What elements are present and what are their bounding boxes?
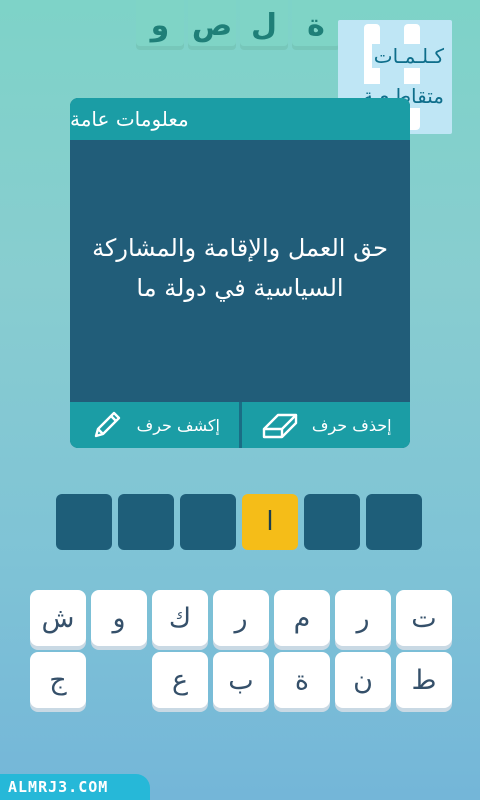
letter-key[interactable]: ن bbox=[335, 652, 391, 708]
letter-key[interactable]: ب bbox=[213, 652, 269, 708]
reveal-letter-label: إكشف حرف bbox=[136, 415, 220, 435]
letter-key[interactable]: ر bbox=[335, 590, 391, 646]
answer-slots: ا bbox=[56, 494, 422, 550]
help-bar: إكشف حرف إحذف حرف bbox=[70, 402, 410, 448]
category-label: معلومات عامة bbox=[70, 107, 189, 131]
letter-key[interactable]: ج bbox=[30, 652, 86, 708]
letter-key[interactable]: ع bbox=[152, 652, 208, 708]
letter-key[interactable]: ر bbox=[213, 590, 269, 646]
title-tile: ص bbox=[188, 0, 236, 50]
remove-letter-label: إحذف حرف bbox=[311, 415, 392, 435]
answer-slot[interactable] bbox=[118, 494, 174, 550]
eraser-icon bbox=[260, 407, 300, 443]
title-tiles: و ص ل ة bbox=[136, 0, 344, 50]
title-tile: ل bbox=[240, 0, 288, 50]
title-tile: ة bbox=[292, 0, 340, 50]
title-tile: و bbox=[136, 0, 184, 50]
letter-key[interactable]: ت bbox=[396, 590, 452, 646]
site-watermark: ALMRJ3.COM bbox=[0, 774, 150, 800]
letter-key[interactable]: ش bbox=[30, 590, 86, 646]
remove-letter-button[interactable]: إحذف حرف bbox=[242, 402, 411, 448]
category-header: معلومات عامة bbox=[70, 98, 410, 140]
logo-line1: كـلـمـات bbox=[371, 44, 446, 68]
answer-slot[interactable] bbox=[180, 494, 236, 550]
reveal-letter-button[interactable]: إكشف حرف bbox=[70, 402, 239, 448]
answer-slot[interactable] bbox=[56, 494, 112, 550]
answer-slot[interactable] bbox=[304, 494, 360, 550]
letter-key[interactable]: ة bbox=[274, 652, 330, 708]
letter-key[interactable]: ك bbox=[152, 590, 208, 646]
letter-key[interactable]: م bbox=[274, 590, 330, 646]
question-text: حق العمل والإقامة والمشاركة السياسية في … bbox=[92, 234, 388, 302]
question-card: معلومات عامة حق العمل والإقامة والمشاركة… bbox=[70, 98, 410, 448]
question-area: حق العمل والإقامة والمشاركة السياسية في … bbox=[70, 140, 410, 402]
answer-slot[interactable] bbox=[366, 494, 422, 550]
answer-slot-revealed[interactable]: ا bbox=[242, 494, 298, 550]
letter-key[interactable]: و bbox=[91, 590, 147, 646]
pencil-icon bbox=[89, 407, 125, 443]
letter-key[interactable]: ط bbox=[396, 652, 452, 708]
